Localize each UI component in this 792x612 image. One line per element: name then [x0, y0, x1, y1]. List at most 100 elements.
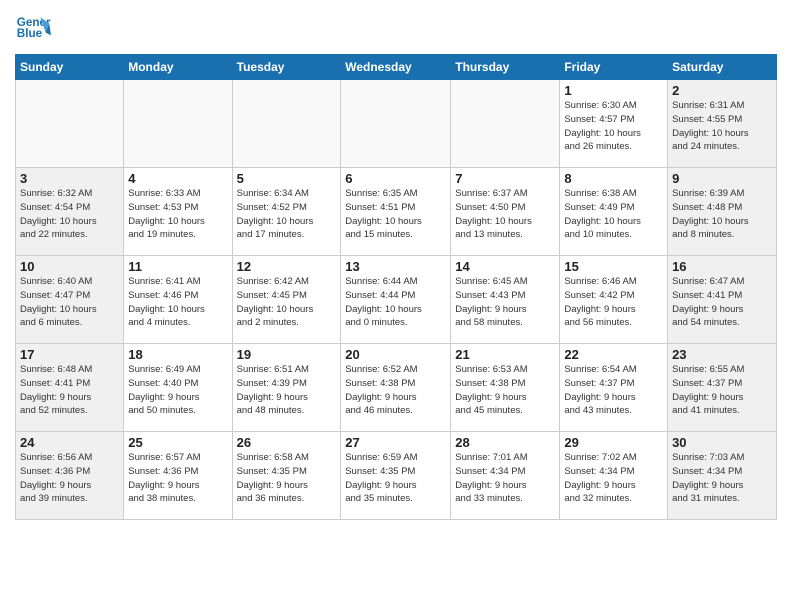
day-cell: 14Sunrise: 6:45 AM Sunset: 4:43 PM Dayli… [451, 256, 560, 344]
day-cell: 17Sunrise: 6:48 AM Sunset: 4:41 PM Dayli… [16, 344, 124, 432]
day-info: Sunrise: 6:31 AM Sunset: 4:55 PM Dayligh… [672, 99, 772, 154]
weekday-header-friday: Friday [560, 55, 668, 80]
day-cell: 22Sunrise: 6:54 AM Sunset: 4:37 PM Dayli… [560, 344, 668, 432]
weekday-header-tuesday: Tuesday [232, 55, 341, 80]
day-number: 27 [345, 435, 446, 450]
day-cell: 4Sunrise: 6:33 AM Sunset: 4:53 PM Daylig… [124, 168, 232, 256]
day-number: 4 [128, 171, 227, 186]
day-number: 5 [237, 171, 337, 186]
day-info: Sunrise: 6:59 AM Sunset: 4:35 PM Dayligh… [345, 451, 446, 506]
page: General Blue SundayMondayTuesdayWednesda… [0, 0, 792, 612]
day-number: 6 [345, 171, 446, 186]
day-number: 15 [564, 259, 663, 274]
day-cell: 19Sunrise: 6:51 AM Sunset: 4:39 PM Dayli… [232, 344, 341, 432]
day-cell: 27Sunrise: 6:59 AM Sunset: 4:35 PM Dayli… [341, 432, 451, 520]
day-number: 12 [237, 259, 337, 274]
svg-text:Blue: Blue [17, 27, 43, 40]
day-number: 14 [455, 259, 555, 274]
day-number: 9 [672, 171, 772, 186]
day-cell: 5Sunrise: 6:34 AM Sunset: 4:52 PM Daylig… [232, 168, 341, 256]
day-number: 7 [455, 171, 555, 186]
day-cell: 10Sunrise: 6:40 AM Sunset: 4:47 PM Dayli… [16, 256, 124, 344]
day-number: 24 [20, 435, 119, 450]
day-info: Sunrise: 6:41 AM Sunset: 4:46 PM Dayligh… [128, 275, 227, 330]
day-cell [124, 80, 232, 168]
day-info: Sunrise: 6:35 AM Sunset: 4:51 PM Dayligh… [345, 187, 446, 242]
day-cell: 25Sunrise: 6:57 AM Sunset: 4:36 PM Dayli… [124, 432, 232, 520]
day-info: Sunrise: 6:57 AM Sunset: 4:36 PM Dayligh… [128, 451, 227, 506]
day-info: Sunrise: 6:47 AM Sunset: 4:41 PM Dayligh… [672, 275, 772, 330]
day-cell: 6Sunrise: 6:35 AM Sunset: 4:51 PM Daylig… [341, 168, 451, 256]
day-info: Sunrise: 6:48 AM Sunset: 4:41 PM Dayligh… [20, 363, 119, 418]
day-number: 17 [20, 347, 119, 362]
day-cell: 3Sunrise: 6:32 AM Sunset: 4:54 PM Daylig… [16, 168, 124, 256]
day-cell: 15Sunrise: 6:46 AM Sunset: 4:42 PM Dayli… [560, 256, 668, 344]
logo: General Blue [15, 10, 51, 46]
day-info: Sunrise: 6:40 AM Sunset: 4:47 PM Dayligh… [20, 275, 119, 330]
day-cell: 8Sunrise: 6:38 AM Sunset: 4:49 PM Daylig… [560, 168, 668, 256]
day-number: 30 [672, 435, 772, 450]
day-number: 25 [128, 435, 227, 450]
day-number: 28 [455, 435, 555, 450]
day-number: 2 [672, 83, 772, 98]
day-cell: 13Sunrise: 6:44 AM Sunset: 4:44 PM Dayli… [341, 256, 451, 344]
day-info: Sunrise: 6:46 AM Sunset: 4:42 PM Dayligh… [564, 275, 663, 330]
day-info: Sunrise: 6:32 AM Sunset: 4:54 PM Dayligh… [20, 187, 119, 242]
day-cell: 9Sunrise: 6:39 AM Sunset: 4:48 PM Daylig… [668, 168, 777, 256]
day-number: 19 [237, 347, 337, 362]
calendar: SundayMondayTuesdayWednesdayThursdayFrid… [15, 54, 777, 520]
week-row-1: 3Sunrise: 6:32 AM Sunset: 4:54 PM Daylig… [16, 168, 777, 256]
day-number: 1 [564, 83, 663, 98]
day-number: 11 [128, 259, 227, 274]
day-info: Sunrise: 6:45 AM Sunset: 4:43 PM Dayligh… [455, 275, 555, 330]
day-number: 8 [564, 171, 663, 186]
week-row-4: 24Sunrise: 6:56 AM Sunset: 4:36 PM Dayli… [16, 432, 777, 520]
week-row-2: 10Sunrise: 6:40 AM Sunset: 4:47 PM Dayli… [16, 256, 777, 344]
day-cell: 1Sunrise: 6:30 AM Sunset: 4:57 PM Daylig… [560, 80, 668, 168]
day-number: 22 [564, 347, 663, 362]
day-cell: 20Sunrise: 6:52 AM Sunset: 4:38 PM Dayli… [341, 344, 451, 432]
weekday-header-sunday: Sunday [16, 55, 124, 80]
day-cell: 23Sunrise: 6:55 AM Sunset: 4:37 PM Dayli… [668, 344, 777, 432]
day-cell: 16Sunrise: 6:47 AM Sunset: 4:41 PM Dayli… [668, 256, 777, 344]
day-cell: 26Sunrise: 6:58 AM Sunset: 4:35 PM Dayli… [232, 432, 341, 520]
weekday-header-row: SundayMondayTuesdayWednesdayThursdayFrid… [16, 55, 777, 80]
day-cell: 28Sunrise: 7:01 AM Sunset: 4:34 PM Dayli… [451, 432, 560, 520]
day-number: 13 [345, 259, 446, 274]
header: General Blue [15, 10, 777, 46]
logo-icon: General Blue [15, 10, 51, 46]
week-row-3: 17Sunrise: 6:48 AM Sunset: 4:41 PM Dayli… [16, 344, 777, 432]
day-info: Sunrise: 6:52 AM Sunset: 4:38 PM Dayligh… [345, 363, 446, 418]
day-info: Sunrise: 6:44 AM Sunset: 4:44 PM Dayligh… [345, 275, 446, 330]
day-number: 3 [20, 171, 119, 186]
day-info: Sunrise: 6:56 AM Sunset: 4:36 PM Dayligh… [20, 451, 119, 506]
day-number: 21 [455, 347, 555, 362]
day-number: 16 [672, 259, 772, 274]
day-info: Sunrise: 7:01 AM Sunset: 4:34 PM Dayligh… [455, 451, 555, 506]
day-cell: 21Sunrise: 6:53 AM Sunset: 4:38 PM Dayli… [451, 344, 560, 432]
day-cell: 18Sunrise: 6:49 AM Sunset: 4:40 PM Dayli… [124, 344, 232, 432]
day-info: Sunrise: 6:37 AM Sunset: 4:50 PM Dayligh… [455, 187, 555, 242]
day-info: Sunrise: 7:02 AM Sunset: 4:34 PM Dayligh… [564, 451, 663, 506]
day-info: Sunrise: 6:49 AM Sunset: 4:40 PM Dayligh… [128, 363, 227, 418]
day-info: Sunrise: 6:38 AM Sunset: 4:49 PM Dayligh… [564, 187, 663, 242]
day-cell [16, 80, 124, 168]
day-info: Sunrise: 7:03 AM Sunset: 4:34 PM Dayligh… [672, 451, 772, 506]
day-cell: 2Sunrise: 6:31 AM Sunset: 4:55 PM Daylig… [668, 80, 777, 168]
day-number: 20 [345, 347, 446, 362]
day-info: Sunrise: 6:54 AM Sunset: 4:37 PM Dayligh… [564, 363, 663, 418]
day-cell [451, 80, 560, 168]
day-cell: 29Sunrise: 7:02 AM Sunset: 4:34 PM Dayli… [560, 432, 668, 520]
day-info: Sunrise: 6:58 AM Sunset: 4:35 PM Dayligh… [237, 451, 337, 506]
day-number: 18 [128, 347, 227, 362]
day-info: Sunrise: 6:39 AM Sunset: 4:48 PM Dayligh… [672, 187, 772, 242]
day-cell: 12Sunrise: 6:42 AM Sunset: 4:45 PM Dayli… [232, 256, 341, 344]
day-cell: 30Sunrise: 7:03 AM Sunset: 4:34 PM Dayli… [668, 432, 777, 520]
day-info: Sunrise: 6:42 AM Sunset: 4:45 PM Dayligh… [237, 275, 337, 330]
day-number: 29 [564, 435, 663, 450]
day-info: Sunrise: 6:30 AM Sunset: 4:57 PM Dayligh… [564, 99, 663, 154]
weekday-header-saturday: Saturday [668, 55, 777, 80]
day-number: 10 [20, 259, 119, 274]
weekday-header-wednesday: Wednesday [341, 55, 451, 80]
day-info: Sunrise: 6:53 AM Sunset: 4:38 PM Dayligh… [455, 363, 555, 418]
